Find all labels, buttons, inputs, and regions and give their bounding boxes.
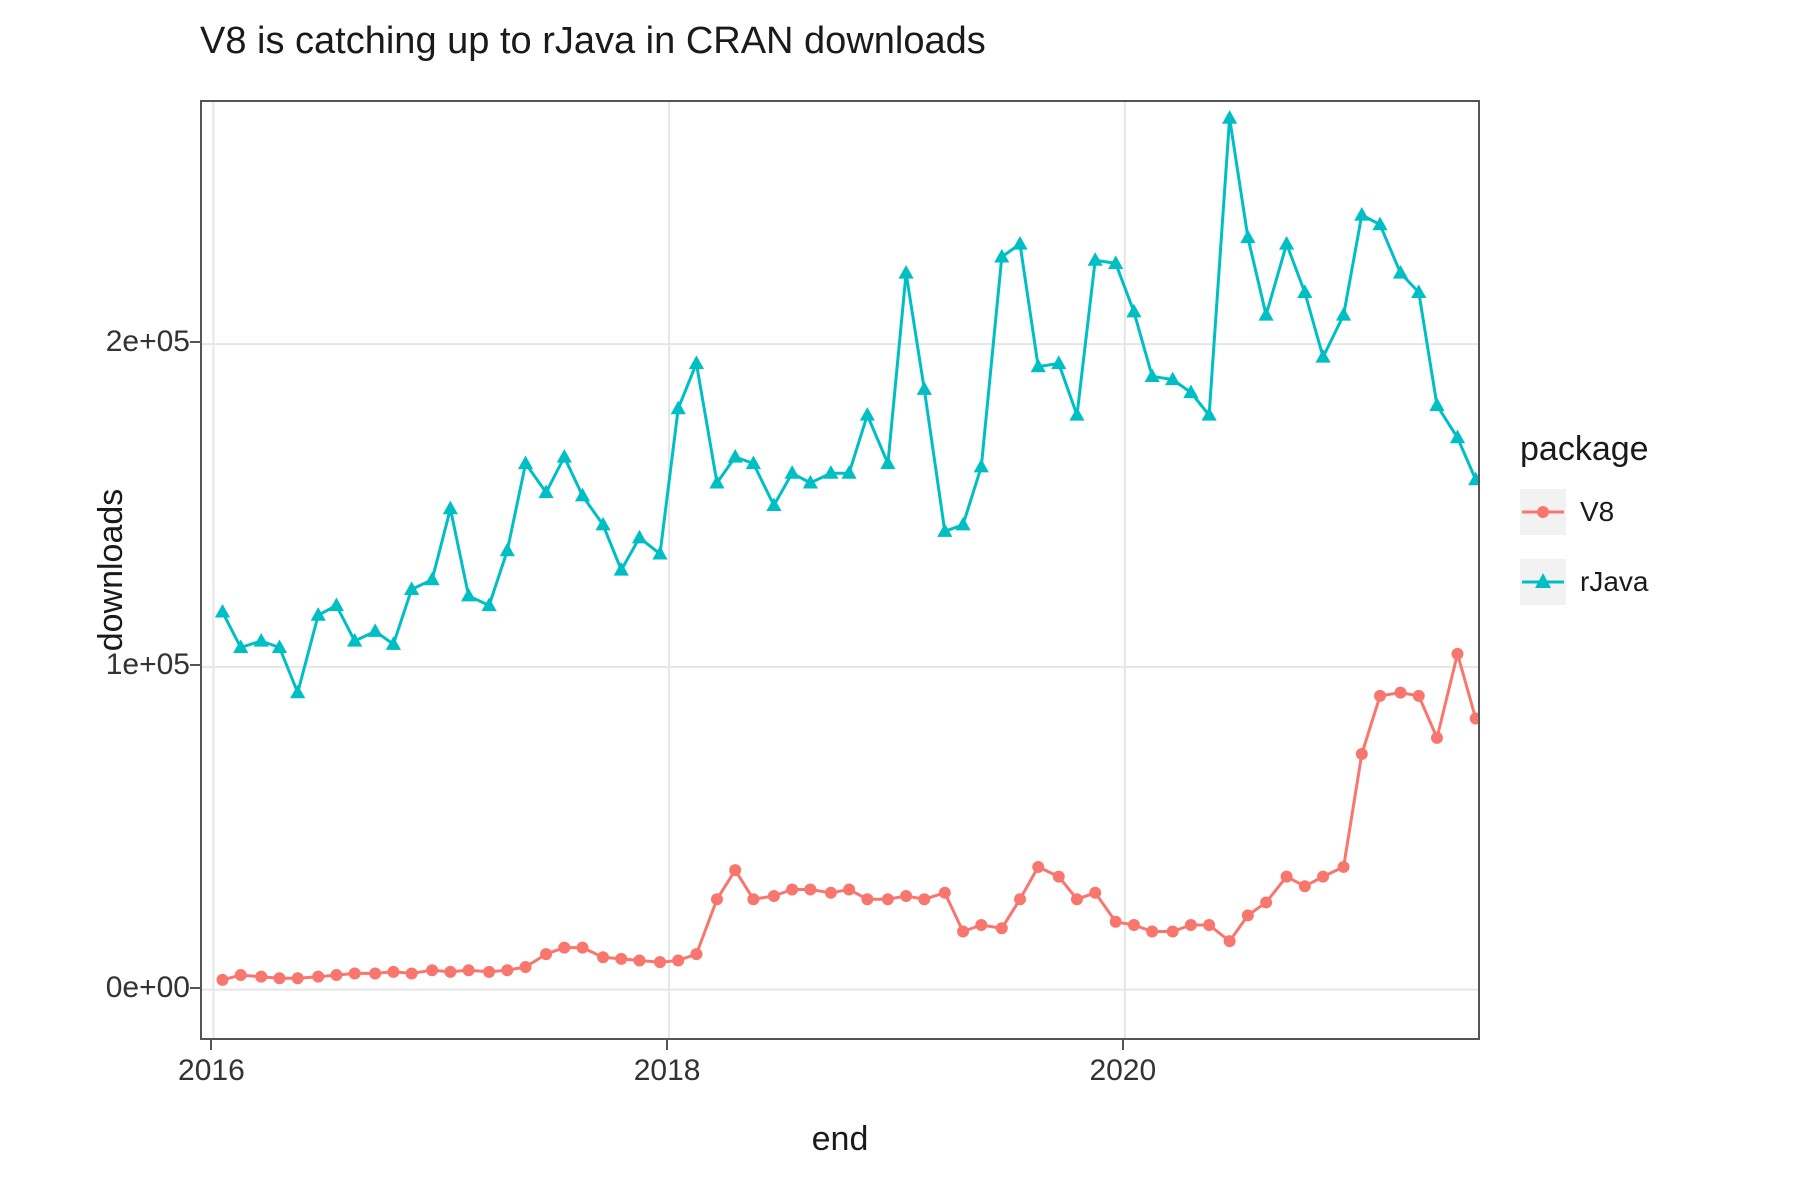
series-v8 xyxy=(217,648,1478,986)
legend-item-rjava: rJava xyxy=(1520,559,1649,605)
legend-swatch-rjava xyxy=(1520,559,1566,605)
legend-label-v8: V8 xyxy=(1580,496,1614,528)
x-axis-title: end xyxy=(812,1120,869,1159)
legend-label-rjava: rJava xyxy=(1580,566,1648,598)
legend: package V8 rJava xyxy=(1520,430,1649,629)
legend-title: package xyxy=(1520,430,1649,469)
x-tick-label: 2018 xyxy=(634,1054,701,1088)
chart-root: V8 is catching up to rJava in CRAN downl… xyxy=(0,0,1800,1200)
series-rjava xyxy=(215,110,1478,698)
y-tick-label: 2e+05 xyxy=(10,325,190,359)
legend-item-v8: V8 xyxy=(1520,489,1649,535)
y-tick-label: 0e+00 xyxy=(10,971,190,1005)
y-axis-title: downloads xyxy=(92,489,131,652)
plot-area xyxy=(200,100,1480,1040)
plot-svg xyxy=(202,102,1478,1038)
legend-swatch-v8 xyxy=(1520,489,1566,535)
x-tick-label: 2020 xyxy=(1089,1054,1156,1088)
y-tick-label: 1e+05 xyxy=(10,648,190,682)
circle-marker-icon xyxy=(1537,506,1549,518)
chart-title: V8 is catching up to rJava in CRAN downl… xyxy=(200,20,986,63)
x-tick-label: 2016 xyxy=(178,1054,245,1088)
